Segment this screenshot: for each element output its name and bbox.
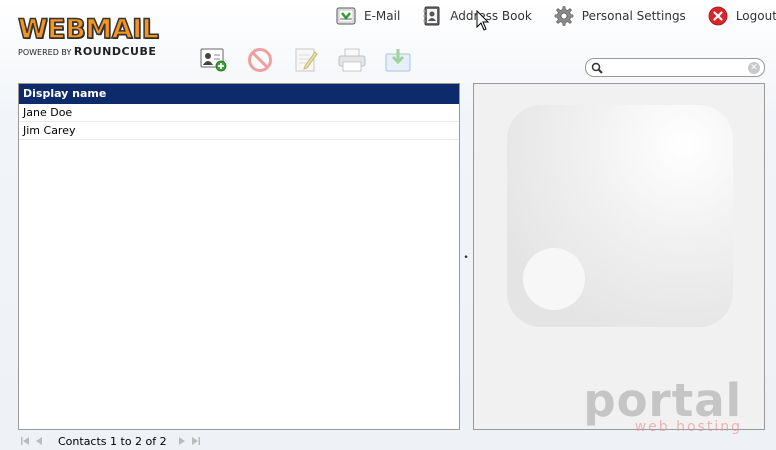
delete-contact-button[interactable]	[244, 45, 276, 77]
nav-email[interactable]: E-Mail	[336, 6, 400, 26]
portal-watermark: portal web hosting	[583, 374, 742, 435]
contact-placeholder-circle	[523, 248, 585, 310]
search-input[interactable]	[605, 60, 748, 75]
delete-icon	[247, 47, 273, 76]
quick-search: ✕	[585, 58, 765, 77]
logo-subtitle: POWERED BY ROUNDCUBE	[18, 46, 183, 59]
nav-settings-label: Personal Settings	[581, 9, 686, 23]
edit-contact-button[interactable]	[290, 45, 322, 77]
next-page-icon	[178, 437, 185, 445]
first-page-button[interactable]	[18, 434, 32, 448]
top-navigation: E-Mail Address Book Personal Settings Lo…	[336, 4, 776, 28]
last-page-icon	[191, 437, 200, 445]
table-row[interactable]: Jane Doe	[19, 104, 459, 122]
toolbar	[198, 45, 428, 77]
webmail-logo: WEBMAIL POWERED BY ROUNDCUBE	[17, 14, 183, 62]
panel-splitter[interactable]: •	[463, 253, 469, 263]
nav-logout[interactable]: Logout	[708, 6, 776, 26]
nav-email-label: E-Mail	[364, 9, 401, 23]
mouse-cursor-icon	[476, 9, 490, 32]
gear-icon	[554, 6, 574, 26]
logo-powered-by: POWERED BY	[18, 48, 72, 57]
previous-page-icon	[36, 437, 42, 445]
edit-icon	[293, 46, 319, 77]
previous-page-button[interactable]	[32, 434, 46, 448]
logo-brand: ROUNDCUBE	[73, 45, 157, 58]
search-reset-icon[interactable]: ✕	[748, 61, 760, 74]
last-page-button[interactable]	[189, 434, 203, 448]
list-footer: Contacts 1 to 2 of 2	[18, 433, 203, 449]
export-contacts-button[interactable]	[382, 45, 414, 77]
column-header-display-name[interactable]: Display name	[19, 84, 459, 104]
address-book-icon	[422, 6, 442, 26]
contact-count: Contacts 1 to 2 of 2	[58, 434, 167, 448]
nav-settings[interactable]: Personal Settings	[554, 6, 686, 26]
add-contact-button[interactable]	[198, 45, 230, 77]
search-icon[interactable]	[589, 60, 605, 76]
splitter-handle-icon: •	[463, 253, 469, 263]
contacts-list: Display name Jane Doe Jim Carey	[18, 83, 460, 430]
add-contact-icon	[199, 46, 229, 77]
watermark-main: portal	[583, 374, 742, 427]
logout-icon	[708, 6, 728, 26]
table-row[interactable]: Jim Carey	[19, 122, 459, 140]
next-page-button[interactable]	[175, 434, 189, 448]
email-icon	[336, 6, 356, 26]
print-icon	[337, 47, 367, 76]
nav-logout-label: Logout	[735, 9, 776, 23]
export-icon	[383, 46, 413, 77]
logo-title: WEBMAIL	[17, 14, 159, 45]
first-page-icon	[21, 437, 29, 445]
nav-address-book-label: Address Book	[450, 9, 532, 23]
print-contact-button[interactable]	[336, 45, 368, 77]
